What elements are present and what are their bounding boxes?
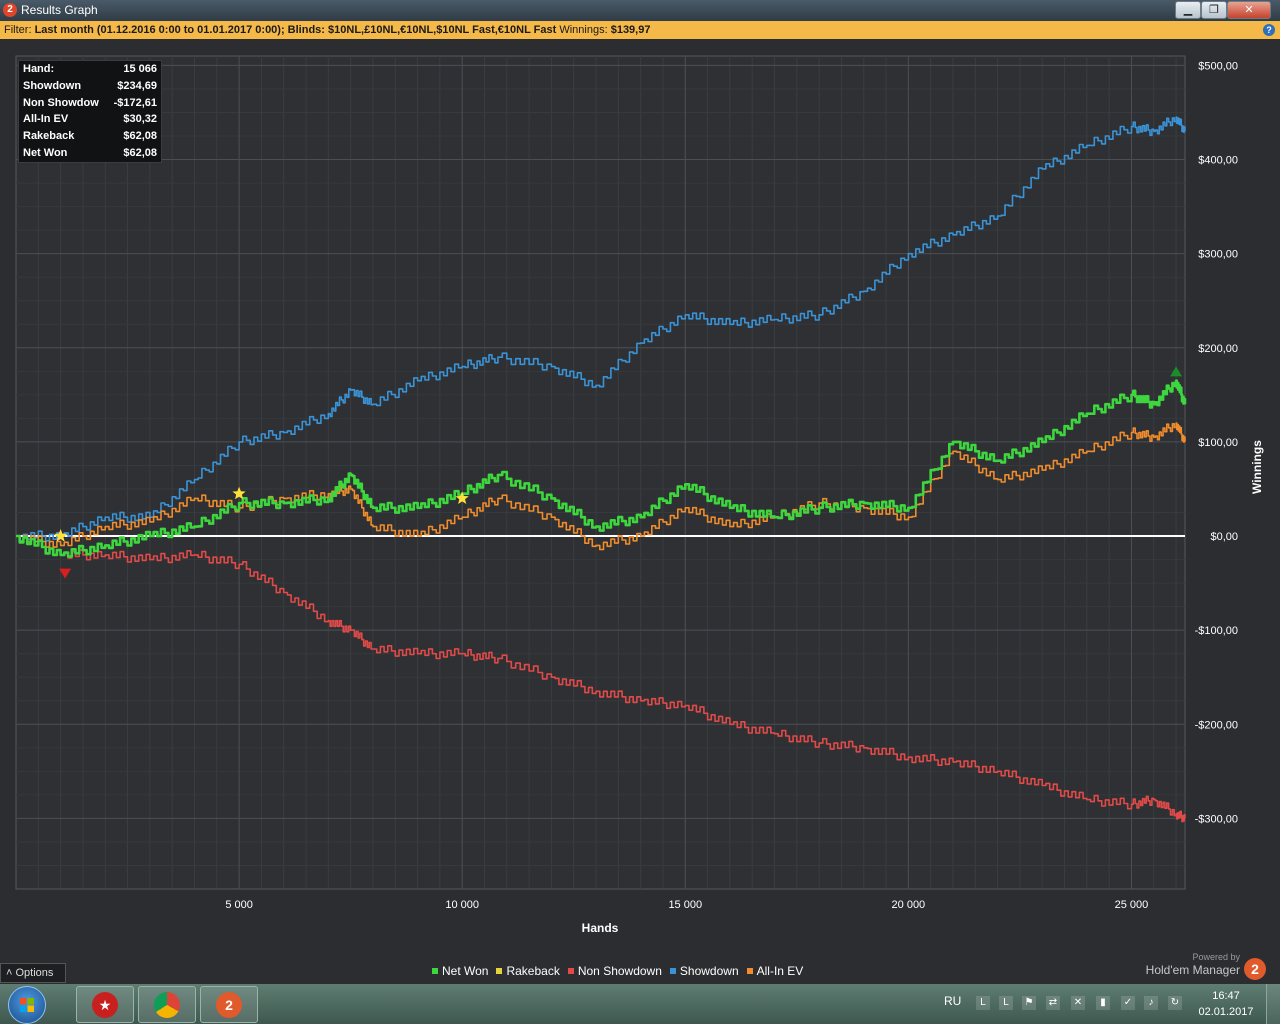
legend-swatch xyxy=(746,968,753,974)
x-tick-label: 20 000 xyxy=(892,899,926,911)
filter-label: Filter: xyxy=(4,24,32,36)
stats-label: Net Won xyxy=(23,146,68,159)
legend-swatch xyxy=(669,968,676,974)
start-button[interactable] xyxy=(8,986,46,1024)
hm2-footer-logo-icon: 2 xyxy=(1244,958,1266,980)
stats-label: All-In EV xyxy=(23,113,69,126)
legend-label: All-In EV xyxy=(756,964,804,978)
network-icon[interactable]: ⇄ xyxy=(1046,996,1060,1010)
holdem-manager-icon: 2 xyxy=(216,992,242,1018)
stats-row: All-In EV $30,32 xyxy=(19,111,161,128)
legend-swatch xyxy=(567,968,574,974)
legend-item[interactable]: Showdown xyxy=(669,963,739,979)
y-tick-label: $0,00 xyxy=(1210,531,1238,543)
stats-value: $234,69 xyxy=(117,79,157,92)
lav-icon[interactable]: L xyxy=(999,996,1013,1010)
windows-logo-icon xyxy=(20,998,34,1012)
stats-label: Rakeback xyxy=(23,130,75,143)
check-icon[interactable]: ✓ xyxy=(1121,996,1135,1010)
y-tick-label: $400,00 xyxy=(1198,155,1238,167)
legend-item[interactable]: All-In EV xyxy=(746,963,804,979)
y-tick-label: $100,00 xyxy=(1198,437,1238,449)
options-button[interactable]: ˄ Options xyxy=(0,963,66,983)
x-tick-label: 10 000 xyxy=(445,899,479,911)
product-name: Hold'em Manager xyxy=(1145,963,1240,977)
legend-swatch xyxy=(496,968,503,974)
legend-label: Net Won xyxy=(442,964,489,978)
stats-row: Showdown $234,69 xyxy=(19,78,161,95)
winnings-value: $139,97 xyxy=(610,24,651,36)
stats-row: Non Showdown -$172,61 xyxy=(19,95,161,112)
language-indicator[interactable]: RU xyxy=(944,994,961,1008)
y-tick-label: -$100,00 xyxy=(1195,625,1238,637)
stats-row: Net Won $62,08 xyxy=(19,145,161,162)
hm2-logo-icon: 2 xyxy=(3,3,17,17)
flag-icon[interactable]: ⚑ xyxy=(1022,996,1036,1010)
stats-label: Showdown xyxy=(23,79,82,92)
clock[interactable]: 16:47 02.01.2017 xyxy=(1196,988,1256,1020)
y-tick-label: -$300,00 xyxy=(1195,813,1238,825)
x-tick-label: 25 000 xyxy=(1115,899,1149,911)
taskbar-pokerstars[interactable]: ★ xyxy=(76,986,134,1023)
winnings-label: Winnings: xyxy=(559,24,608,36)
show-desktop-button[interactable] xyxy=(1266,984,1280,1024)
stats-value: $30,32 xyxy=(123,113,157,126)
results-chart: $500,00 $400,00 $300,00 $200,00 $100,00 $0,00… xyxy=(0,39,1280,984)
y-tick-label: $500,00 xyxy=(1198,60,1238,72)
stats-panel: Hand: 15 066 Showdown $234,69 Non Showdown -$… xyxy=(18,60,162,163)
window-title: Results Graph xyxy=(21,3,98,17)
taskbar-holdem-manager[interactable]: 2 xyxy=(200,986,258,1023)
help-icon[interactable]: ? xyxy=(1263,24,1275,36)
stats-row: Hand: 15 066 xyxy=(19,61,161,78)
signal-icon[interactable]: ▮ xyxy=(1096,996,1110,1010)
stats-value: -$172,61 xyxy=(113,96,157,109)
legend-swatch xyxy=(432,968,438,974)
lav-icon[interactable]: L xyxy=(976,996,990,1010)
minimize-button[interactable]: ▁ xyxy=(1175,1,1201,19)
update-icon[interactable]: ↻ xyxy=(1168,996,1182,1010)
options-label: Options xyxy=(15,967,54,979)
y-tick-label: $300,00 xyxy=(1198,249,1238,261)
chart-svg: $500,00 $400,00 $300,00 $200,00 $100,00 $0,00… xyxy=(15,55,1238,911)
powered-by-text: Powered by xyxy=(1192,952,1240,962)
shield-icon[interactable]: ✕ xyxy=(1071,996,1085,1010)
legend-item[interactable]: Non Showdown xyxy=(567,963,662,979)
plot-area xyxy=(15,55,1186,890)
stats-row: Rakeback $62,08 xyxy=(19,128,161,145)
filter-bar: Filter: Last month (01.12.2016 0:00 to 0… xyxy=(0,21,1280,39)
legend-label: Rakeback xyxy=(506,964,560,978)
clock-time: 16:47 xyxy=(1212,990,1240,1002)
close-button[interactable]: ✕ xyxy=(1227,1,1271,19)
legend-label: Non Showdown xyxy=(577,964,662,978)
x-tick-label: 15 000 xyxy=(668,899,702,911)
x-tick-label: 5 000 xyxy=(225,899,253,911)
pokerstars-icon: ★ xyxy=(92,992,118,1018)
legend-item[interactable]: Rakeback xyxy=(496,963,560,979)
stats-label: Hand: xyxy=(23,63,55,75)
stats-value: $62,08 xyxy=(123,146,157,159)
taskbar-chrome[interactable] xyxy=(138,986,196,1023)
x-axis-title: Hands xyxy=(581,921,619,935)
chrome-icon xyxy=(154,992,180,1018)
clock-date: 02.01.2017 xyxy=(1198,1006,1254,1018)
stats-value: $62,08 xyxy=(123,130,157,143)
chart-legend: Net Won Rakeback Non Showdown Showdown All-I… xyxy=(432,963,803,979)
y-tick-label: $200,00 xyxy=(1198,343,1238,355)
y-tick-label: -$200,00 xyxy=(1195,719,1238,731)
maximize-button[interactable]: ❐ xyxy=(1201,1,1227,19)
stats-label: Non Showdown xyxy=(23,96,99,109)
legend-item[interactable]: Net Won xyxy=(432,963,488,979)
stats-value: 15 066 xyxy=(123,63,157,75)
taskbar: ★ 2 RU L L ⚑ ⇄ ✕ ▮ ✓ ♪ ↻ 16:47 02.01.201… xyxy=(0,984,1280,1024)
legend-label: Showdown xyxy=(679,964,739,978)
title-bar: 2 Results Graph ▁ ❐ ✕ xyxy=(0,0,1280,21)
volume-icon[interactable]: ♪ xyxy=(1144,996,1158,1010)
filter-text: Last month (01.12.2016 0:00 to 01.01.201… xyxy=(34,24,557,36)
y-axis-title: Winnings xyxy=(1250,440,1264,494)
